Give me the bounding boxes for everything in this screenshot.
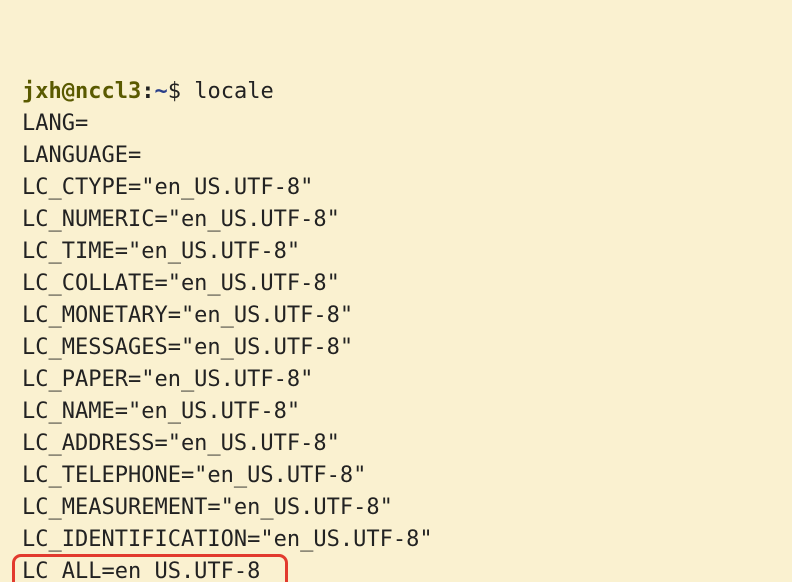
output-line: LC_CTYPE="en_US.UTF-8" xyxy=(22,172,770,204)
output-line: LC_PAPER="en_US.UTF-8" xyxy=(22,364,770,396)
prompt-user-host: jxh@nccl3 xyxy=(22,79,141,104)
prompt-dollar: $ xyxy=(168,79,195,104)
output-line: LC_TELEPHONE="en_US.UTF-8" xyxy=(22,460,770,492)
output-line: LC_ADDRESS="en_US.UTF-8" xyxy=(22,428,770,460)
output-line: LC_NUMERIC="en_US.UTF-8" xyxy=(22,204,770,236)
highlighted-output-line: LC_ALL=en_US.UTF-8 xyxy=(22,556,770,582)
output-line: LANG= xyxy=(22,108,770,140)
output-line: LC_MESSAGES="en_US.UTF-8" xyxy=(22,332,770,364)
prompt-line: jxh@nccl3:~$ locale xyxy=(22,76,770,108)
output-line: LC_MEASUREMENT="en_US.UTF-8" xyxy=(22,492,770,524)
output-line: LC_NAME="en_US.UTF-8" xyxy=(22,396,770,428)
prompt-colon: : xyxy=(141,79,154,104)
prompt-cwd: ~ xyxy=(154,79,167,104)
output-line: LC_MONETARY="en_US.UTF-8" xyxy=(22,300,770,332)
output-line: LANGUAGE= xyxy=(22,140,770,172)
output-line: LC_TIME="en_US.UTF-8" xyxy=(22,236,770,268)
terminal-block: jxh@nccl3:~$ localeLANG=LANGUAGE=LC_CTYP… xyxy=(0,0,792,582)
output-line: LC_COLLATE="en_US.UTF-8" xyxy=(22,268,770,300)
output-line: LC_IDENTIFICATION="en_US.UTF-8" xyxy=(22,524,770,556)
prompt-command: locale xyxy=(194,79,273,104)
output-line-text: LC_ALL=en_US.UTF-8 xyxy=(22,559,260,582)
